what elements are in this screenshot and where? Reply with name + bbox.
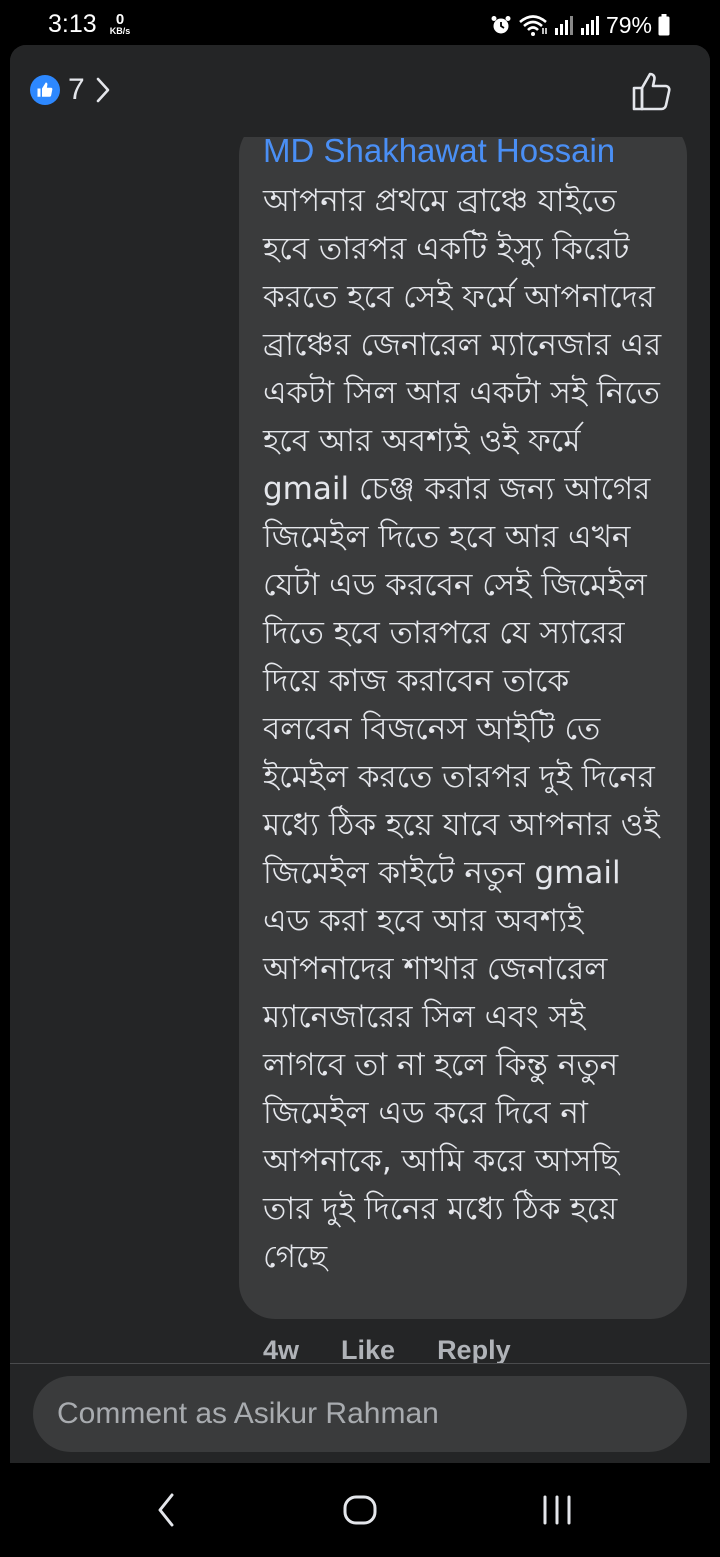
recents-button[interactable] [527,1485,587,1535]
comment-author[interactable]: MD Shakhawat Hossain [263,137,665,173]
network-speed: 0 KB/s [106,12,134,36]
status-time: 3:13 [48,10,97,38]
back-button[interactable] [136,1485,196,1535]
back-icon [158,1493,174,1527]
battery-percent: 79% [605,11,652,38]
wifi-icon [519,15,547,36]
status-bar: 3:13 0 KB/s 79% [0,0,720,50]
comment-bubble[interactable]: MD Shakhawat Hossain আপনার প্রথমে ব্রাঞ্… [239,137,687,1319]
like-reaction-icon [30,75,60,105]
comment-age: 4w [263,1335,300,1365]
thumbs-up-outline-icon [632,72,671,111]
like-count: 7 [68,73,85,106]
system-nav-bar [0,1463,720,1557]
chevron-right-icon [96,77,109,103]
comment-reply-button[interactable]: Reply [437,1335,511,1366]
status-icons: 79% [490,11,670,39]
comment-list[interactable]: MD Shakhawat Hossain আপনার প্রথমে ব্রাঞ্… [10,137,710,1362]
comment-sheet: 7 MD Shakhawat Hossain আপনার প্রথমে ব্রা… [10,45,710,1463]
network-speed-value: 0 [115,11,125,28]
alarm-icon [491,16,511,34]
home-button[interactable] [330,1485,390,1535]
recents-icon [543,1495,571,1525]
comment-text: আপনার প্রথমে ব্রাঞ্চে যাইতে হবে তারপর এক… [263,183,662,1275]
reactions-summary[interactable]: 7 [30,73,113,107]
sheet-header: 7 [10,45,710,137]
signal-icon [554,16,573,35]
home-icon [343,1495,377,1525]
like-post-button[interactable] [630,69,674,113]
comment-input[interactable] [33,1376,687,1452]
comment-composer [10,1363,710,1463]
comment-actions: 4w Like Reply [263,1335,511,1366]
comment-like-button[interactable]: Like [341,1335,395,1366]
battery-icon [658,14,670,36]
network-speed-unit: KB/s [109,26,131,36]
signal-icon [580,16,599,35]
